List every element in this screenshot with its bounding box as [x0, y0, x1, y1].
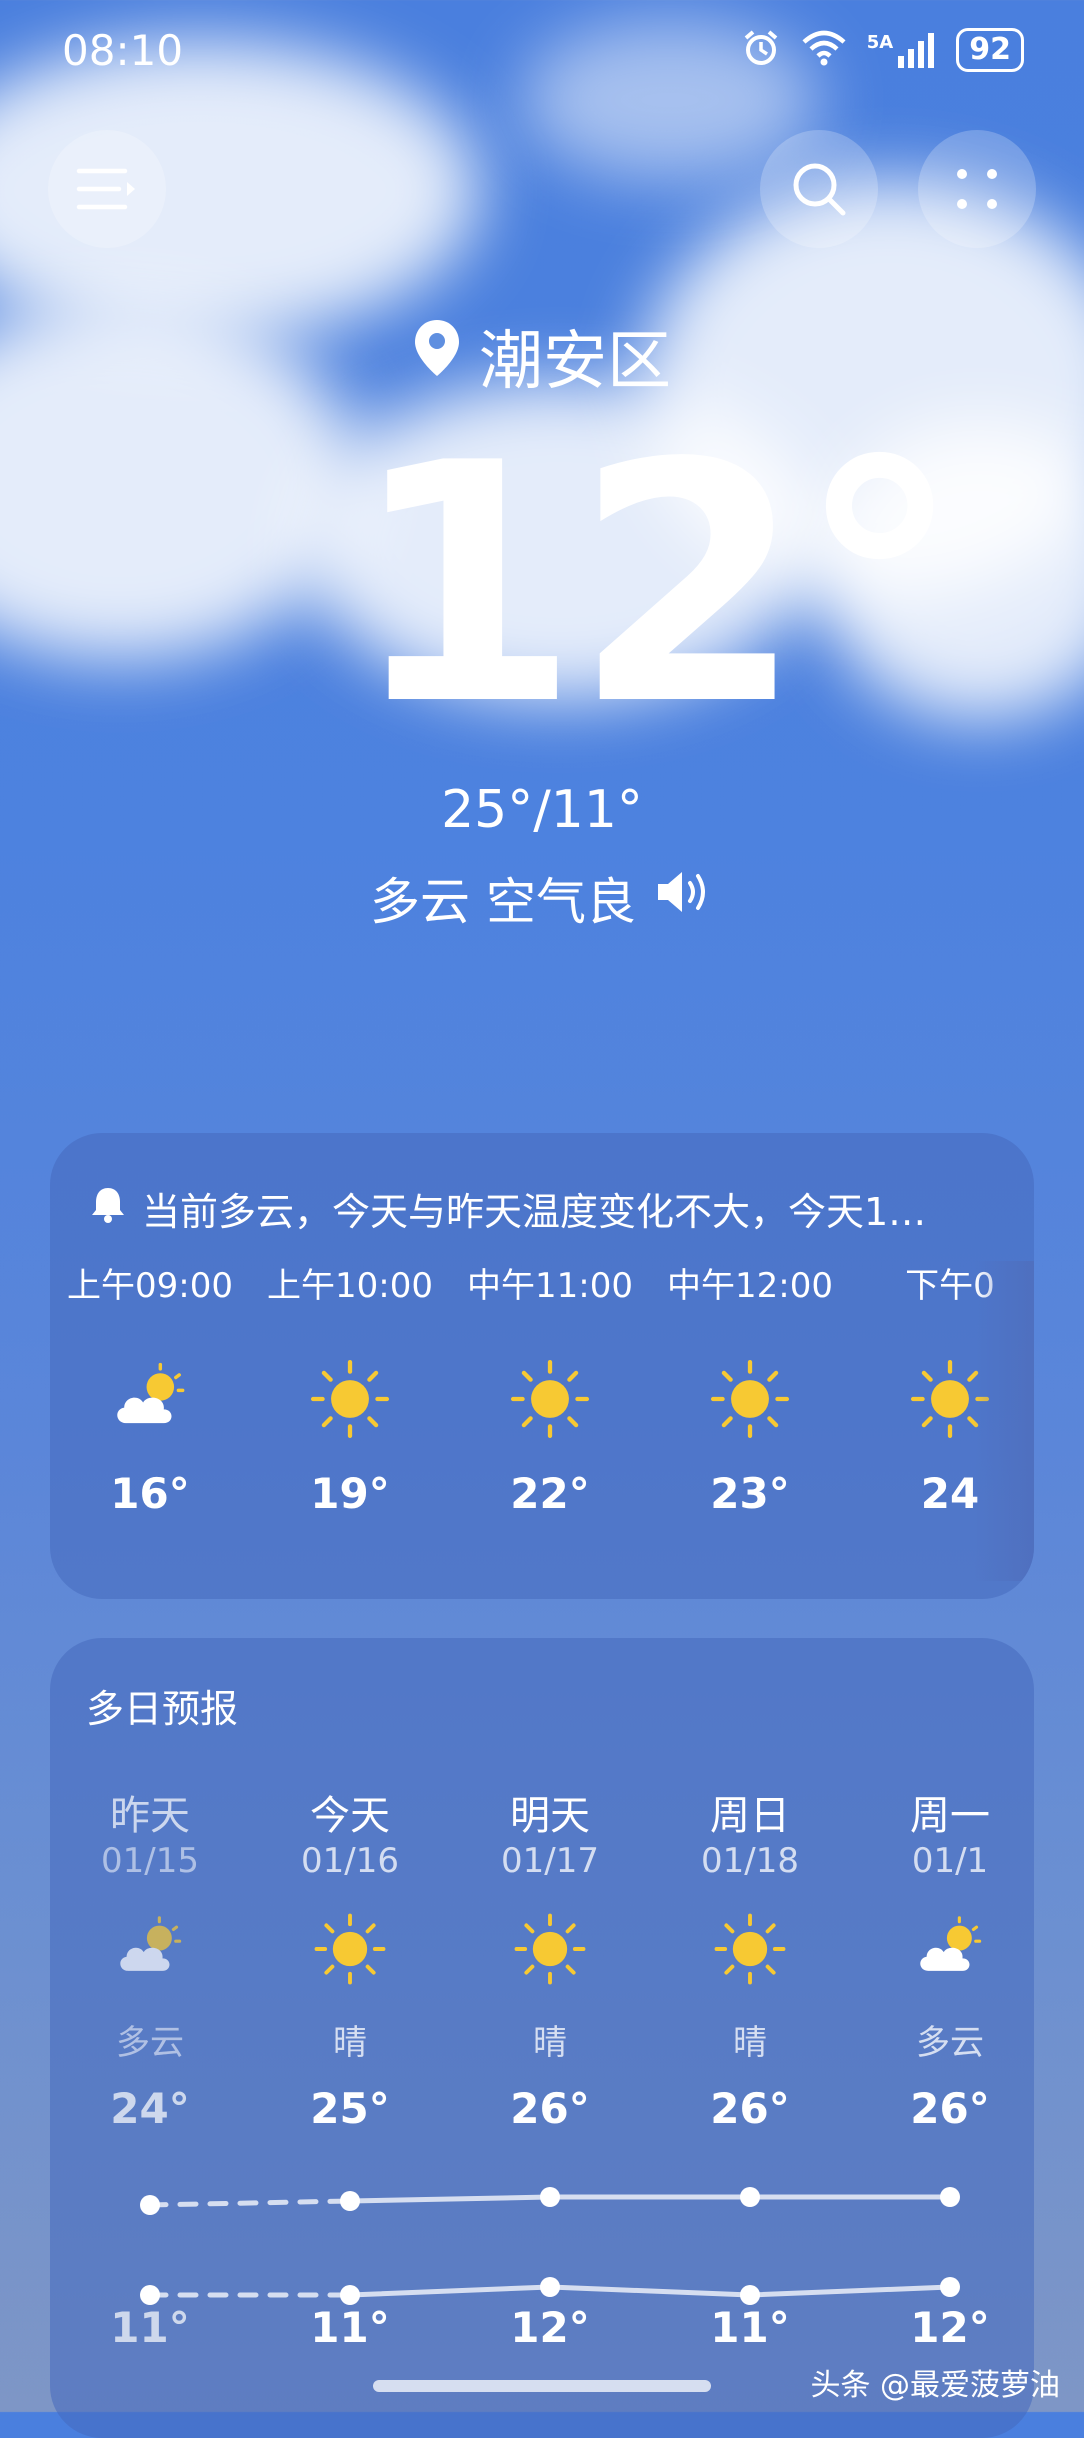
- hour-item[interactable]: 中午11:00 22°: [450, 1261, 650, 1518]
- hour-temp: 19°: [310, 1469, 390, 1518]
- day-date: 01/16: [301, 1841, 399, 1881]
- hour-time: 上午10:00: [267, 1266, 433, 1306]
- low-trend-point: [540, 2277, 560, 2297]
- low-trend-segment: [547, 2284, 753, 2298]
- day-item[interactable]: 昨天 01/15 多云 24°: [50, 1783, 250, 2133]
- day-item[interactable]: 明天 01/17 晴 26°: [450, 1783, 650, 2133]
- high-trend-segment: [147, 2198, 353, 2208]
- partly-cloudy-icon: [50, 1339, 250, 1459]
- day-item[interactable]: 周一 01/1 多云 26°: [850, 1783, 1034, 2133]
- battery-indicator: 92: [956, 28, 1024, 72]
- search-icon: [793, 163, 846, 216]
- high-trend-point: [740, 2187, 760, 2207]
- day-item[interactable]: 今天 01/16 晴 25°: [250, 1783, 450, 2133]
- day-low: 11°: [710, 2303, 790, 2352]
- high-trend-point: [940, 2187, 960, 2207]
- alert-text: 当前多云，今天与昨天温度变化不大，今天1…: [142, 1190, 927, 1234]
- day-high: 26°: [910, 2084, 990, 2133]
- day-name: 今天: [310, 1793, 390, 1839]
- high-trend-segment: [347, 2194, 553, 2204]
- home-indicator[interactable]: [373, 2380, 711, 2392]
- partly-cloudy-icon: [850, 1899, 1034, 1999]
- day-item[interactable]: 周日 01/18 晴 26°: [650, 1783, 850, 2133]
- alarm-icon: [741, 28, 781, 72]
- day-date: 01/18: [701, 1841, 799, 1881]
- day-low: 12°: [510, 2303, 590, 2352]
- temperature-range: 25°/11°: [441, 780, 643, 840]
- scroll-fade: [974, 1261, 1034, 1581]
- weather-alert[interactable]: 当前多云，今天与昨天温度变化不大，今天1…: [90, 1181, 1000, 1236]
- day-condition: 晴: [333, 2023, 367, 2063]
- day-date: 01/15: [101, 1841, 199, 1881]
- status-time: 08:10: [62, 26, 184, 75]
- grid-dots-icon: [957, 169, 997, 209]
- low-trend-segment: [747, 2284, 953, 2298]
- day-condition: 晴: [733, 2023, 767, 2063]
- sun-icon: [650, 1899, 850, 1999]
- daily-forecast-card[interactable]: 多日预报 昨天 01/15 多云 24° 11° 今天 01/16 晴 25° 11° 明天 01/…: [50, 1638, 1034, 2438]
- sun-icon: [250, 1339, 450, 1459]
- hour-item[interactable]: 上午09:00 16°: [50, 1261, 250, 1518]
- day-condition: 晴: [533, 2023, 567, 2063]
- hour-temp: 23°: [710, 1469, 790, 1518]
- network-label: 5A: [866, 32, 894, 53]
- location-pin-icon: [413, 318, 461, 394]
- day-low: 11°: [110, 2303, 190, 2352]
- daily-list[interactable]: 昨天 01/15 多云 24° 11° 今天 01/16 晴 25° 11° 明天 01/17 晴 26…: [50, 1783, 1034, 2438]
- day-low: 11°: [310, 2303, 390, 2352]
- more-button[interactable]: [918, 130, 1036, 248]
- low-trend-point: [740, 2285, 760, 2305]
- sun-icon: [450, 1339, 650, 1459]
- menu-button[interactable]: [48, 130, 166, 248]
- day-low: 12°: [910, 2303, 990, 2352]
- day-condition: 多云: [916, 2023, 984, 2063]
- day-name: 周一: [910, 1793, 990, 1839]
- hour-time: 上午09:00: [67, 1266, 233, 1306]
- hour-temp: 16°: [110, 1469, 190, 1518]
- sun-icon: [650, 1339, 850, 1459]
- day-condition: 多云: [116, 2023, 184, 2063]
- day-high: 26°: [710, 2084, 790, 2133]
- day-name: 周日: [710, 1793, 790, 1839]
- hour-temp: 22°: [510, 1469, 590, 1518]
- hour-time: 中午11:00: [467, 1266, 633, 1306]
- search-button[interactable]: [760, 130, 878, 248]
- status-bar: 08:10 5A 92: [0, 0, 1084, 110]
- menu-icon: [76, 168, 135, 210]
- hourly-forecast-card[interactable]: 当前多云，今天与昨天温度变化不大，今天1… 上午09:00 16° 上午10:00…: [50, 1133, 1034, 1599]
- low-trend-point: [140, 2285, 160, 2305]
- hour-item[interactable]: 上午10:00 19°: [250, 1261, 450, 1518]
- watermark: 头条 @最爱菠萝油: [810, 2368, 1060, 2403]
- high-trend-point: [140, 2195, 160, 2215]
- day-high: 25°: [310, 2084, 390, 2133]
- speaker-icon[interactable]: [654, 867, 714, 929]
- high-trend-point: [340, 2191, 360, 2211]
- condition-row: 多云 空气良: [0, 862, 1084, 934]
- partly-cloudy-icon: [50, 1899, 250, 1999]
- sun-icon: [250, 1899, 450, 1999]
- low-trend-point: [340, 2285, 360, 2305]
- low-trend-point: [940, 2277, 960, 2297]
- location-name: 潮安区: [479, 325, 671, 399]
- sun-icon: [450, 1899, 650, 1999]
- hourly-list[interactable]: 上午09:00 16° 上午10:00 19° 中午11:00 22° 中午12:00 23…: [50, 1261, 1034, 1581]
- signal-icon: 5A: [867, 32, 936, 68]
- low-trend-segment: [347, 2284, 553, 2298]
- hour-time: 中午12:00: [667, 1266, 833, 1306]
- wifi-icon: [801, 30, 847, 70]
- day-date: 01/1: [911, 1841, 989, 1881]
- location-header[interactable]: 潮安区: [0, 310, 1084, 402]
- condition-text: 多云 空气良: [370, 873, 636, 931]
- bell-icon: [90, 1184, 126, 1233]
- day-date: 01/17: [501, 1841, 599, 1881]
- high-trend-point: [540, 2187, 560, 2207]
- forecast-title: 多日预报: [86, 1687, 239, 1731]
- hour-item[interactable]: 中午12:00 23°: [650, 1261, 850, 1518]
- day-high: 26°: [510, 2084, 590, 2133]
- day-name: 昨天: [110, 1793, 190, 1839]
- day-name: 明天: [510, 1793, 590, 1839]
- current-temperature: 12°: [350, 393, 962, 777]
- day-high: 24°: [110, 2084, 190, 2133]
